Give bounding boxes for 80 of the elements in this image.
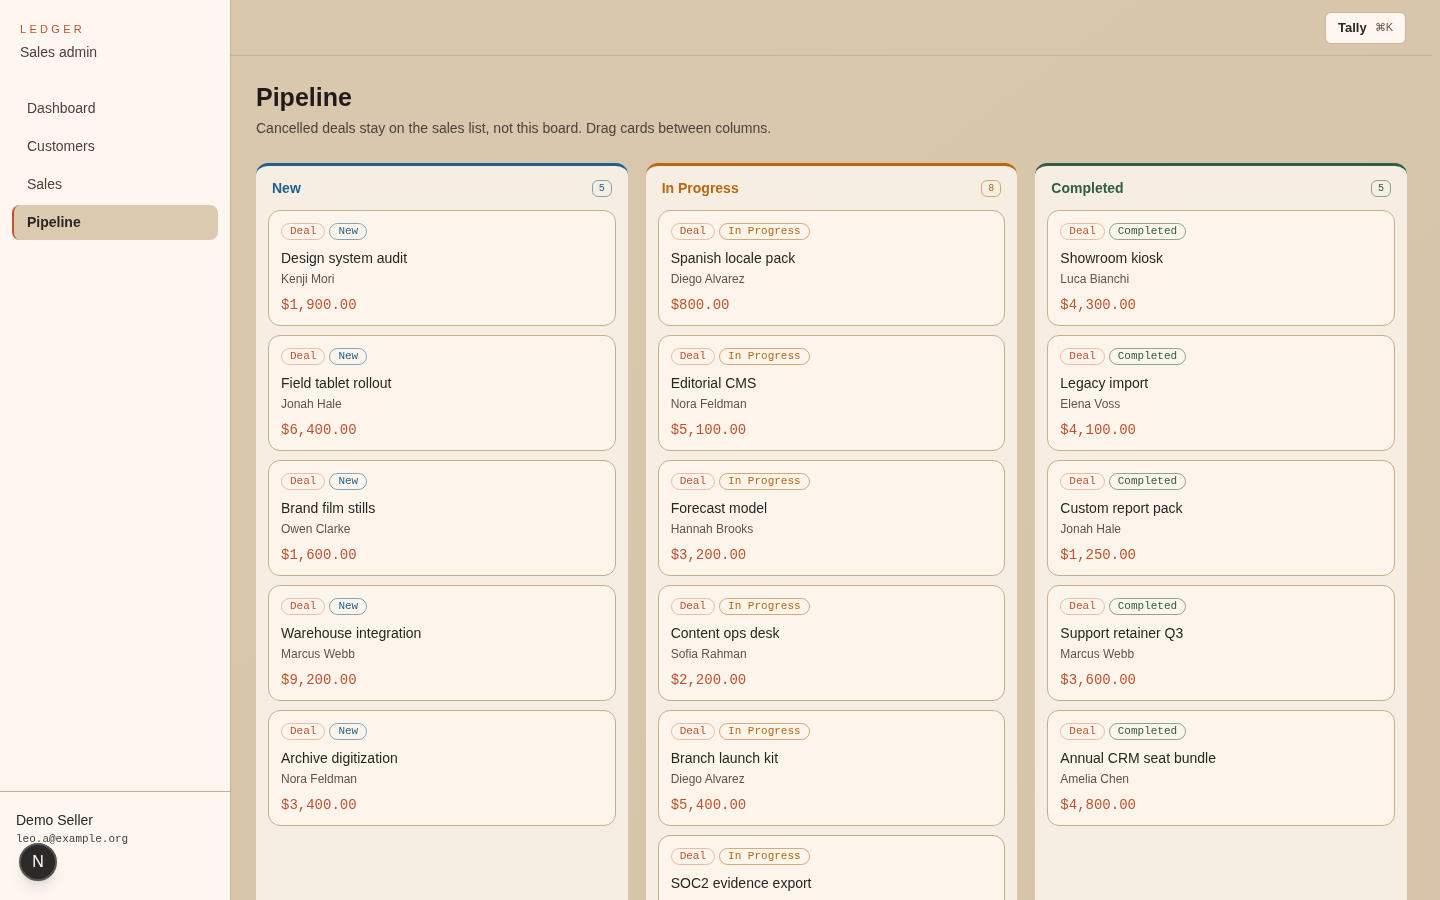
deal-card[interactable]: Deal In Progress Branch launch kit Diego Alvarez $5,400.00 bbox=[657, 710, 1006, 826]
deal-title: Brand film stills bbox=[281, 499, 377, 518]
deal-card[interactable]: Deal New Brand film stills Owen Clarke $1,600.00 bbox=[268, 460, 616, 576]
nav-item[interactable]: Sales bbox=[12, 166, 218, 202]
deal-card[interactable]: Deal New Design system audit Kenji Mori $1,900.00 bbox=[268, 210, 616, 326]
nav-item[interactable]: Dashboard bbox=[12, 90, 218, 126]
deal-title: Custom report pack bbox=[1060, 499, 1184, 518]
brand-subtitle: Sales admin bbox=[20, 42, 99, 62]
customer-name: Kenji Mori bbox=[281, 271, 336, 288]
column-title: In Progress bbox=[661, 179, 739, 198]
deal-title: Design system audit bbox=[281, 249, 409, 268]
customer-name: Diego Alvarez bbox=[670, 271, 746, 288]
deal-amount: $3,400.00 bbox=[281, 796, 358, 815]
deal-card[interactable]: Deal Completed Legacy import Elena Voss $4,100.00 bbox=[1047, 335, 1395, 451]
deal-card[interactable]: Deal In Progress Editorial CMS Nora Feldman $5,100.00 bbox=[657, 335, 1006, 451]
shortcut-hint: ⌘K bbox=[1374, 20, 1393, 36]
deal-title: Showroom kiosk bbox=[1060, 249, 1165, 268]
deal-card[interactable]: Deal In Progress Spanish locale pack Diego Alvarez $800.00 bbox=[657, 210, 1006, 326]
deal-amount: $4,300.00 bbox=[1060, 296, 1137, 315]
deal-title: Content ops desk bbox=[670, 624, 781, 643]
deal-card[interactable]: Deal In Progress SOC2 evidence export bbox=[657, 835, 1006, 900]
deal-title: Forecast model bbox=[670, 499, 769, 518]
deal-amount: $4,100.00 bbox=[1060, 421, 1137, 440]
deal-amount: $3,200.00 bbox=[670, 546, 748, 565]
deal-card[interactable]: Deal New Field tablet rollout Jonah Hale $6,400.00 bbox=[268, 335, 616, 451]
user-name: Demo Seller bbox=[16, 811, 95, 830]
deal-card[interactable]: Deal In Progress Content ops desk Sofia Rahman $2,200.00 bbox=[657, 585, 1006, 701]
column-title: New bbox=[272, 179, 301, 198]
customer-name: Marcus Webb bbox=[281, 646, 356, 663]
deal-card[interactable]: Deal Completed Support retainer Q3 Marcus Webb $3,600.00 bbox=[1047, 585, 1395, 701]
deal-amount: $1,900.00 bbox=[281, 296, 358, 315]
deal-title: Branch launch kit bbox=[670, 749, 780, 768]
customer-name: Amelia Chen bbox=[1060, 771, 1131, 788]
customer-name: Elena Voss bbox=[1060, 396, 1122, 413]
deal-amount: $3,600.00 bbox=[1060, 671, 1137, 690]
deal-card[interactable]: Deal Completed Annual CRM seat bundle Amelia Chen $4,800.00 bbox=[1047, 710, 1395, 826]
customer-name: Nora Feldman bbox=[670, 396, 748, 413]
customer-name: Marcus Webb bbox=[1060, 646, 1136, 663]
brand-logo: LEDGER bbox=[20, 22, 87, 37]
deal-amount: $800.00 bbox=[670, 296, 731, 315]
customer-name: Diego Alvarez bbox=[670, 771, 746, 788]
deal-title: Spanish locale pack bbox=[670, 249, 797, 268]
deal-amount: $4,800.00 bbox=[1060, 796, 1137, 815]
column-count: 5 bbox=[591, 180, 612, 197]
deal-title: Editorial CMS bbox=[670, 374, 758, 393]
page-description: Cancelled deals stay on the sales list, not this board. Drag cards between columns. bbox=[256, 119, 773, 138]
deal-title: Warehouse integration bbox=[281, 624, 423, 643]
dev-badge[interactable]: N bbox=[19, 843, 57, 881]
deal-title: Annual CRM seat bundle bbox=[1060, 749, 1217, 768]
deal-title: Field tablet rollout bbox=[281, 374, 393, 393]
customer-name: Hannah Brooks bbox=[670, 521, 755, 538]
deal-title: Support retainer Q3 bbox=[1060, 624, 1185, 643]
deal-amount: $2,200.00 bbox=[670, 671, 748, 690]
deal-amount: $1,250.00 bbox=[1060, 546, 1137, 565]
customer-name: Nora Feldman bbox=[281, 771, 359, 788]
page-title: Pipeline bbox=[256, 82, 353, 112]
deal-amount: $1,600.00 bbox=[281, 546, 358, 565]
deal-amount: $5,400.00 bbox=[670, 796, 748, 815]
deal-title: Legacy import bbox=[1060, 374, 1150, 393]
deal-card[interactable]: Deal Completed Custom report pack Jonah Hale $1,250.00 bbox=[1047, 460, 1395, 576]
deal-card[interactable]: Deal New Archive digitization Nora Feldman $3,400.00 bbox=[268, 710, 616, 826]
deal-card[interactable]: Deal In Progress Forecast model Hannah Brooks $3,200.00 bbox=[657, 460, 1006, 576]
deal-title: SOC2 evidence export bbox=[670, 874, 813, 893]
deal-card[interactable]: Deal New Warehouse integration Marcus Webb $9,200.00 bbox=[268, 585, 616, 701]
column-count: 8 bbox=[981, 180, 1002, 197]
deal-title: Archive digitization bbox=[281, 749, 399, 768]
nav-item[interactable]: Customers bbox=[12, 128, 218, 164]
deal-card[interactable]: Deal Completed Showroom kiosk Luca Bianchi $4,300.00 bbox=[1047, 210, 1395, 326]
customer-name: Jonah Hale bbox=[281, 396, 343, 413]
nav-item[interactable]: Pipeline bbox=[12, 204, 218, 240]
customer-name: Owen Clarke bbox=[281, 521, 352, 538]
deal-amount: $5,100.00 bbox=[670, 421, 748, 440]
deal-amount: $6,400.00 bbox=[281, 421, 358, 440]
deal-amount: $9,200.00 bbox=[281, 671, 358, 690]
tally-button[interactable]: Tally ⌘K bbox=[1325, 11, 1406, 44]
customer-name: Luca Bianchi bbox=[1060, 271, 1131, 288]
customer-name: Jonah Hale bbox=[1060, 521, 1123, 538]
column-count: 5 bbox=[1370, 180, 1391, 197]
customer-name: Sofia Rahman bbox=[670, 646, 748, 663]
column-title: Completed bbox=[1051, 179, 1124, 198]
